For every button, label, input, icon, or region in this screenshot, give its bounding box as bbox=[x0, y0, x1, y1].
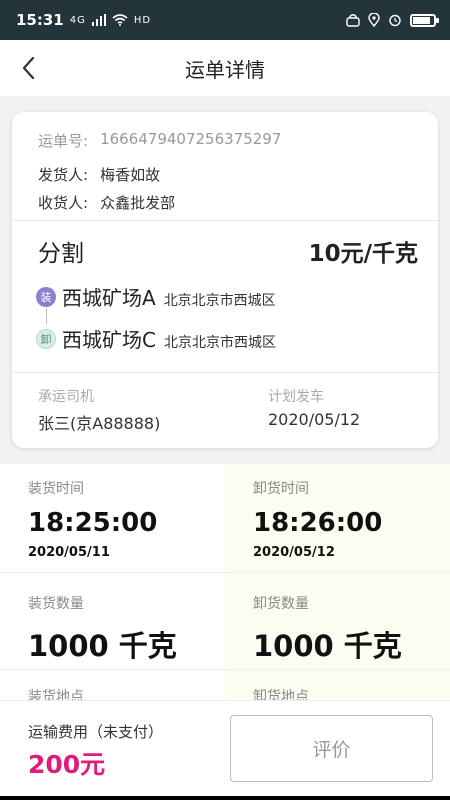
unit-price: 10元/千克 bbox=[308, 241, 418, 267]
rate-button[interactable]: 评价 bbox=[230, 715, 433, 782]
status-time: 15:31 bbox=[16, 11, 64, 29]
battery-icon bbox=[410, 13, 439, 27]
shipper-value: 梅香如故 bbox=[100, 166, 161, 184]
unload-location-address: 北京北京市西城区 bbox=[163, 334, 276, 351]
order-number-label: 运单号: bbox=[38, 132, 89, 150]
receiver-value: 众鑫批发部 bbox=[100, 194, 176, 212]
card-divider bbox=[12, 372, 438, 373]
load-quantity-cell: 装货数量 1000 千克 bbox=[0, 573, 225, 669]
load-badge: 装 bbox=[36, 286, 56, 307]
unload-quantity-label: 卸货数量 bbox=[253, 596, 309, 612]
driver-value: 张三(京A88888) bbox=[38, 414, 161, 433]
order-number-row: 运单号: 1666479407256375297 bbox=[38, 130, 281, 151]
unload-place-label: 卸货地点 bbox=[253, 689, 309, 700]
unload-time-cell: 卸货时间 18:26:00 2020/05/12 bbox=[225, 464, 450, 572]
status-bar: 15:31 4G HD bbox=[0, 0, 450, 40]
load-quantity-value: 1000 千克 bbox=[28, 629, 177, 663]
unload-date-value: 2020/05/12 bbox=[253, 545, 335, 560]
unload-quantity-cell: 卸货数量 1000 千克 bbox=[225, 573, 450, 669]
load-date-value: 2020/05/11 bbox=[28, 545, 110, 560]
goods-name: 分割 bbox=[38, 241, 84, 267]
unload-place-cell: 卸货地点 bbox=[225, 670, 450, 700]
lock-icon bbox=[346, 14, 360, 27]
unload-time-value: 18:26:00 bbox=[253, 508, 383, 538]
shipper-label: 发货人: bbox=[38, 166, 89, 184]
battery-fill bbox=[413, 16, 430, 24]
fee-label: 运输费用（未支付） bbox=[28, 723, 164, 741]
unload-quantity-value: 1000 千克 bbox=[253, 629, 402, 663]
fee-value: 200元 bbox=[28, 750, 106, 779]
load-location-name: 西城矿场A bbox=[62, 286, 156, 310]
location-icon bbox=[368, 13, 380, 27]
back-arrow-icon[interactable] bbox=[18, 54, 42, 82]
hd-label: HD bbox=[133, 14, 152, 26]
signal-icon bbox=[91, 14, 106, 26]
system-nav-strip bbox=[0, 796, 450, 800]
order-number-value: 1666479407256375297 bbox=[100, 130, 282, 148]
load-stop: 装 西城矿场A 北京北京市西城区 bbox=[36, 282, 276, 311]
load-place-label: 装货地点 bbox=[28, 689, 84, 700]
receiver-label: 收货人: bbox=[38, 194, 89, 212]
bottom-bar: 运输费用（未支付） 200元 评价 bbox=[0, 700, 450, 800]
unload-stop: 卸 西城矿场C 北京北京市西城区 bbox=[36, 324, 276, 353]
load-time-label: 装货时间 bbox=[28, 481, 84, 497]
card-divider bbox=[12, 220, 438, 221]
route-connector bbox=[46, 308, 47, 324]
details-grid: 装货时间 18:25:00 2020/05/11 卸货时间 18:26:00 2… bbox=[0, 464, 450, 700]
unload-location-name: 西城矿场C bbox=[62, 328, 156, 352]
status-left: 15:31 4G HD bbox=[16, 11, 151, 29]
unload-time-label: 卸货时间 bbox=[253, 481, 309, 497]
load-time-value: 18:25:00 bbox=[28, 508, 158, 538]
load-place-cell: 装货地点 bbox=[0, 670, 225, 700]
load-time-cell: 装货时间 18:25:00 2020/05/11 bbox=[0, 464, 225, 572]
load-location-address: 北京北京市西城区 bbox=[163, 292, 276, 309]
order-card: 运单号: 1666479407256375297 发货人: 梅香如故 收货人: … bbox=[12, 112, 438, 448]
receiver-row: 收货人: 众鑫批发部 bbox=[38, 192, 175, 213]
driver-label: 承运司机 bbox=[38, 389, 94, 405]
departure-label: 计划发车 bbox=[268, 389, 324, 405]
wifi-icon bbox=[112, 14, 128, 26]
departure-value: 2020/05/12 bbox=[268, 410, 361, 429]
load-quantity-label: 装货数量 bbox=[28, 596, 84, 612]
nav-bar: 运单详情 bbox=[0, 40, 450, 96]
shipper-row: 发货人: 梅香如故 bbox=[38, 164, 160, 185]
page-title: 运单详情 bbox=[185, 57, 265, 82]
signal-type-label: 4G bbox=[69, 14, 86, 26]
unload-badge: 卸 bbox=[36, 328, 56, 349]
alarm-icon bbox=[389, 14, 401, 27]
status-right bbox=[346, 13, 439, 27]
